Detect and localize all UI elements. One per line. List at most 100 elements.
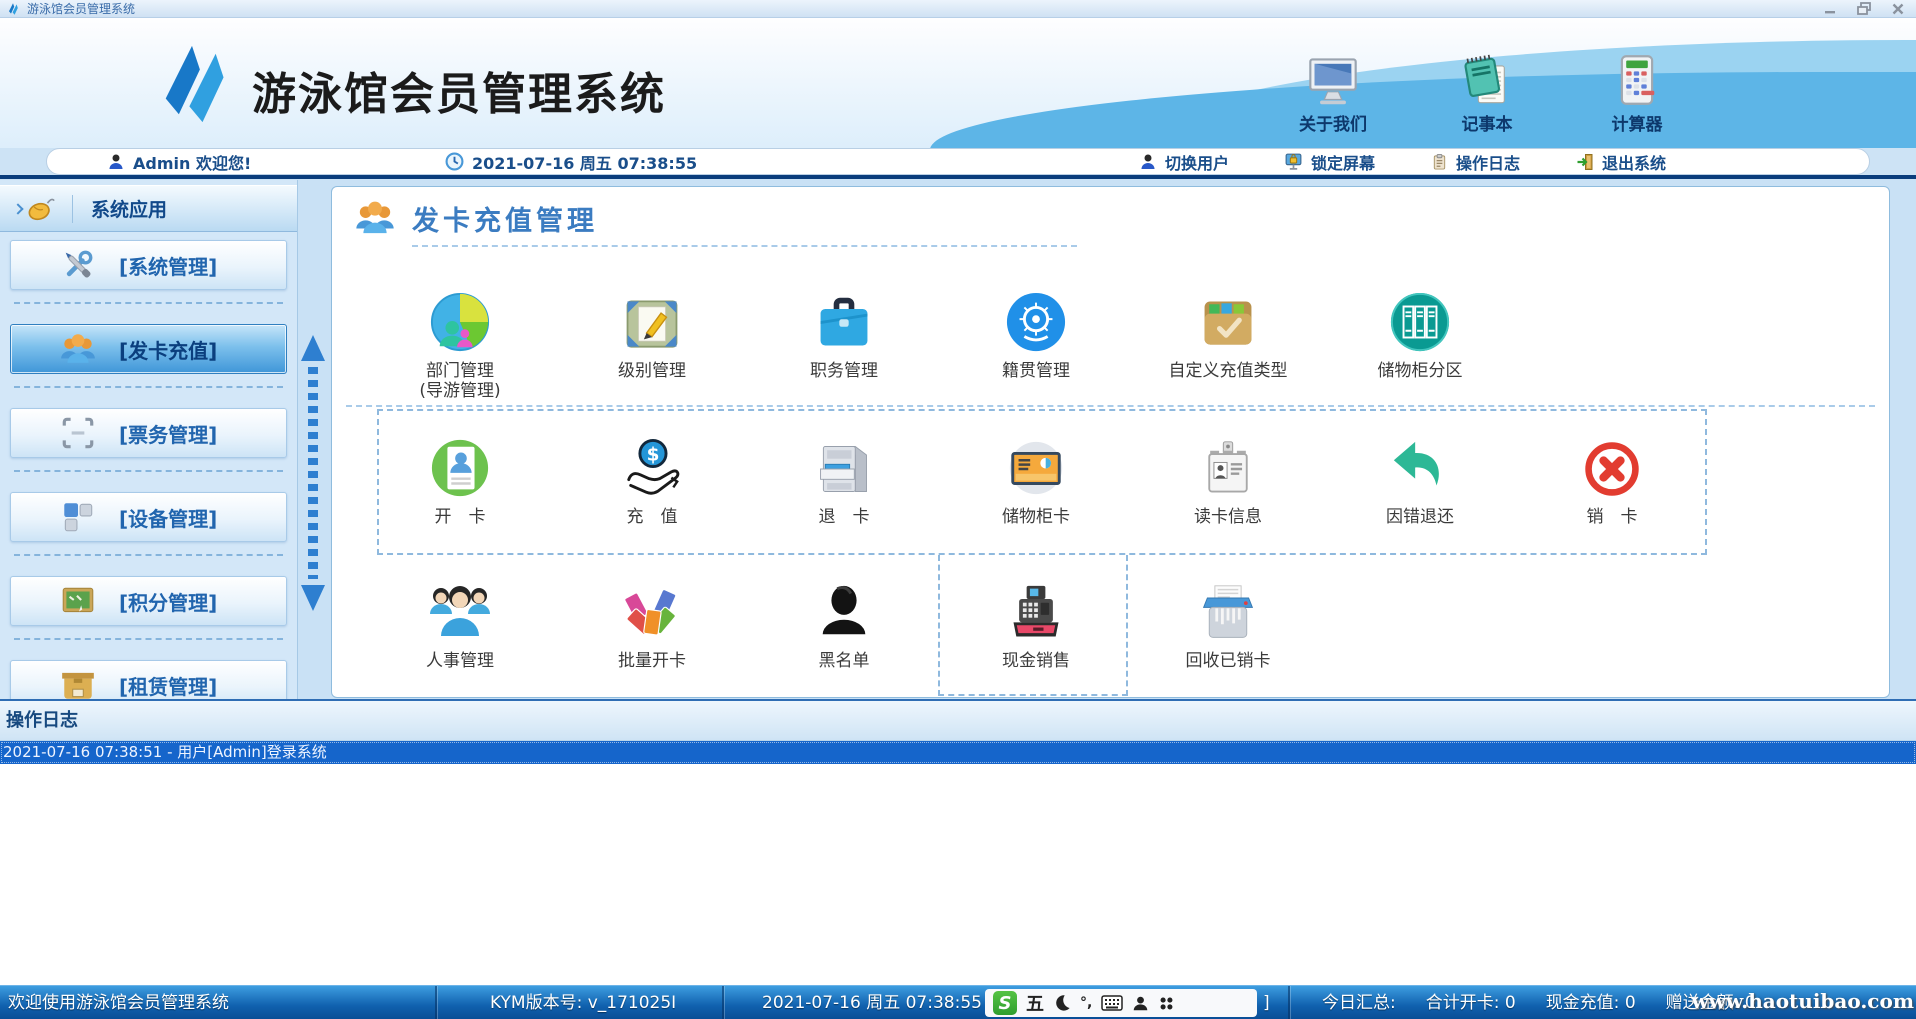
app-item-label: 退 卡 bbox=[748, 507, 940, 527]
mouse-icon bbox=[22, 194, 58, 224]
exit-system-button[interactable]: 退出系统 bbox=[1576, 149, 1666, 174]
lock-screen-icon bbox=[1284, 152, 1303, 171]
today-summary: 今日汇总: 合计开卡: 0 现金充值: 0 赠送金额: 0 bbox=[1322, 986, 1756, 1019]
svg-text:$: $ bbox=[647, 444, 660, 465]
blacklist-icon bbox=[748, 577, 940, 643]
box-icon bbox=[59, 666, 97, 699]
staff-icon bbox=[364, 577, 556, 643]
sidebar-item-label: [票务管理] bbox=[119, 419, 217, 448]
app-item-batch-open-card[interactable]: 批量开卡 bbox=[556, 577, 748, 671]
devices-icon bbox=[59, 498, 97, 536]
app-window: 游泳馆会员管理系统 游泳馆会员管理系统 关于我们 记事本 bbox=[0, 0, 1916, 1019]
clock-icon bbox=[445, 152, 464, 171]
app-item-cash-sale[interactable]: 现金销售 bbox=[940, 577, 1132, 671]
datetime-text: 2021-07-16 周五 07:38:55 bbox=[472, 150, 697, 174]
app-item-label: 读卡信息 bbox=[1132, 507, 1324, 527]
sidebar-item-card-recharge[interactable]: [发卡充值] bbox=[10, 324, 287, 374]
moon-icon[interactable] bbox=[1053, 994, 1071, 1012]
app-item-level-mgmt[interactable]: 级别管理 bbox=[556, 287, 748, 401]
ime-logo-button[interactable]: S bbox=[993, 991, 1017, 1015]
app-item-label: 回收已销卡 bbox=[1132, 651, 1324, 671]
sidebar-item-device-mgmt[interactable]: [设备管理] bbox=[10, 492, 287, 542]
sidebar-item-points-mgmt[interactable]: [积分管理] bbox=[10, 576, 287, 626]
divider bbox=[14, 626, 283, 652]
app-item-error-refund[interactable]: 因错退还 bbox=[1324, 433, 1516, 527]
divider bbox=[722, 986, 724, 1019]
exit-icon bbox=[1576, 153, 1594, 171]
app-item-label: 充 值 bbox=[556, 507, 748, 527]
ime-mode-button[interactable]: 五 bbox=[1026, 990, 1044, 1016]
app-item-label: 储物柜卡 bbox=[940, 507, 1132, 527]
app-item-label: 自定义充值类型 bbox=[1132, 361, 1324, 381]
app-item-return-card[interactable]: 退 卡 bbox=[748, 433, 940, 527]
sidebar-item-ticket-mgmt[interactable]: [票务管理] bbox=[10, 408, 287, 458]
sidebar-item-rental-mgmt[interactable]: [租赁管理] bbox=[10, 660, 287, 699]
app-item-custom-recharge-type[interactable]: 自定义充值类型 bbox=[1132, 287, 1324, 401]
lock-screen-button[interactable]: 锁定屏幕 bbox=[1284, 149, 1375, 174]
shredder-icon bbox=[1132, 577, 1324, 643]
app-item-label: 职务管理 bbox=[748, 361, 940, 381]
ime-punctuation-button[interactable]: °, bbox=[1080, 995, 1092, 1011]
scroll-up-arrow-icon[interactable] bbox=[301, 335, 325, 361]
log-section-header: 操作日志 bbox=[0, 701, 1916, 741]
divider bbox=[14, 290, 283, 316]
app-grid-row-1: 部门管理 (导游管理) 级别管理 职务管理 籍贯管理 bbox=[364, 287, 1516, 401]
about-us-label: 关于我们 bbox=[1278, 110, 1388, 135]
app-item-dept-mgmt[interactable]: 部门管理 (导游管理) bbox=[364, 287, 556, 401]
statusbar-version: KYM版本号: v_171025I bbox=[490, 986, 676, 1019]
toolbar-capsule: Admin 欢迎您! 2021-07-16 周五 07:38:55 切换用户 锁… bbox=[46, 148, 1870, 175]
sidebar: 系统应用 [系统管理] [发卡充值] [票务管理] [设备管理] [积分管理] bbox=[0, 180, 298, 699]
app-item-recycle-cancelled-card[interactable]: 回收已销卡 bbox=[1132, 577, 1324, 671]
app-item-read-card-info[interactable]: 读卡信息 bbox=[1132, 433, 1324, 527]
app-item-sublabel: (导游管理) bbox=[364, 381, 556, 401]
app-item-open-card[interactable]: 开 卡 bbox=[364, 433, 556, 527]
sidebar-scrollbar bbox=[300, 335, 326, 611]
app-item-label: 黑名单 bbox=[748, 651, 940, 671]
lock-screen-label: 锁定屏幕 bbox=[1311, 150, 1375, 174]
maximize-button[interactable] bbox=[1856, 2, 1872, 15]
sidebar-item-label: [积分管理] bbox=[119, 587, 217, 616]
app-item-label: 因错退还 bbox=[1324, 507, 1516, 527]
divider bbox=[435, 986, 437, 1019]
app-item-native-place-mgmt[interactable]: 籍贯管理 bbox=[940, 287, 1132, 401]
welcome-user: Admin 欢迎您! bbox=[107, 149, 251, 174]
scan-frame-icon bbox=[59, 414, 97, 452]
summary-cards: 合计开卡: 0 bbox=[1426, 986, 1516, 1019]
scroll-down-arrow-icon[interactable] bbox=[301, 585, 325, 611]
about-us-link[interactable]: 关于我们 bbox=[1278, 52, 1388, 135]
app-item-locker-zone[interactable]: 储物柜分区 bbox=[1324, 287, 1516, 401]
operation-log-button[interactable]: 操作日志 bbox=[1431, 149, 1520, 174]
divider bbox=[0, 175, 1916, 179]
toolbox-grid-icon[interactable] bbox=[1158, 995, 1175, 1012]
calculator-link[interactable]: 计算器 bbox=[1582, 52, 1692, 135]
sidebar-item-system-mgmt[interactable]: [系统管理] bbox=[10, 240, 287, 290]
log-entry[interactable]: 2021-07-16 07:38:51 - 用户[Admin]登录系统 bbox=[0, 741, 1916, 764]
statusbar-datetime: 2021-07-16 周五 07:38:55 bbox=[762, 986, 982, 1019]
app-logo-icon bbox=[150, 38, 234, 130]
app-item-blacklist[interactable]: 黑名单 bbox=[748, 577, 940, 671]
ime-toolbar: S 五 °, bbox=[985, 989, 1257, 1017]
summary-prefix: 今日汇总: bbox=[1322, 986, 1396, 1019]
sidebar-item-label: [租赁管理] bbox=[119, 671, 217, 700]
statusbar-welcome: 欢迎使用游泳馆会员管理系统 bbox=[8, 986, 229, 1019]
app-item-label: 开 卡 bbox=[364, 507, 556, 527]
notepad-link[interactable]: 记事本 bbox=[1432, 52, 1542, 135]
person-icon[interactable] bbox=[1132, 995, 1149, 1012]
app-item-locker-card[interactable]: 储物柜卡 bbox=[940, 433, 1132, 527]
keyboard-icon[interactable] bbox=[1101, 995, 1123, 1011]
app-item-cancel-card[interactable]: 销 卡 bbox=[1516, 433, 1708, 527]
log-list[interactable]: 2021-07-16 07:38:51 - 用户[Admin]登录系统 bbox=[0, 741, 1916, 985]
app-item-recharge[interactable]: $ 充 值 bbox=[556, 433, 748, 527]
divider bbox=[72, 195, 73, 223]
close-button[interactable] bbox=[1890, 2, 1906, 15]
scroll-track[interactable] bbox=[308, 367, 318, 579]
app-item-position-mgmt[interactable]: 职务管理 bbox=[748, 287, 940, 401]
open-card-icon bbox=[364, 433, 556, 499]
pie-chart-icon bbox=[364, 287, 556, 353]
undo-arrow-icon bbox=[1324, 433, 1516, 499]
datetime-display: 2021-07-16 周五 07:38:55 bbox=[445, 149, 697, 174]
app-item-staff-mgmt[interactable]: 人事管理 bbox=[364, 577, 556, 671]
minimize-button[interactable] bbox=[1822, 2, 1838, 15]
switch-user-button[interactable]: 切换用户 bbox=[1139, 149, 1229, 174]
app-grid-row-2: 开 卡 $ 充 值 退 卡 储物柜卡 bbox=[364, 433, 1708, 527]
